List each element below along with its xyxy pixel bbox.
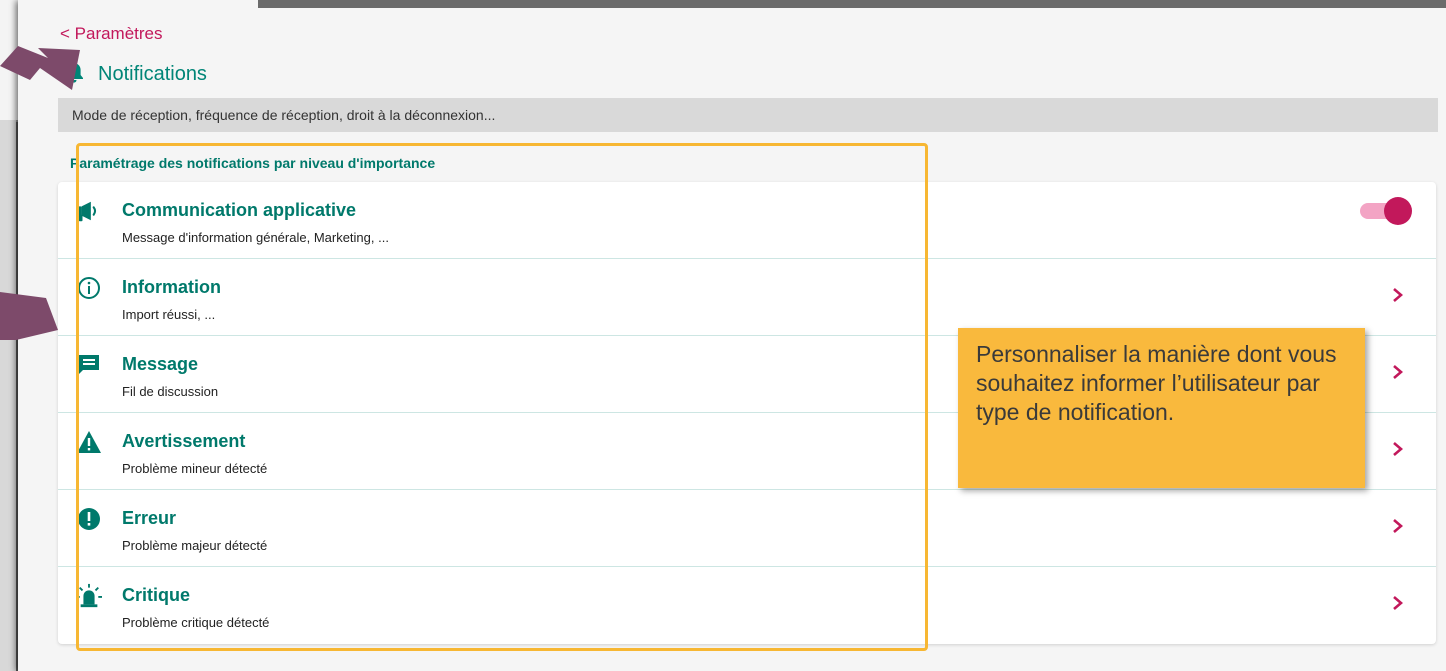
message-icon	[76, 352, 102, 378]
list-item-critical[interactable]: Critique Problème critique détecté	[58, 567, 1436, 644]
list-item-error[interactable]: Erreur Problème majeur détecté	[58, 490, 1436, 567]
warning-icon	[76, 429, 102, 455]
annotation-arrow-top	[0, 46, 80, 90]
siren-icon	[76, 583, 102, 609]
row-title: Communication applicative	[122, 200, 357, 220]
page-title: Notifications	[98, 62, 207, 85]
window-top-edge	[258, 0, 1446, 8]
section-label: Paramétrage des notifications par niveau…	[70, 155, 436, 171]
background-window-edge	[0, 120, 16, 671]
row-title: Information	[122, 277, 221, 297]
chevron-right-icon[interactable]	[1388, 360, 1408, 384]
toggle-thumb	[1384, 197, 1412, 225]
row-description: Problème critique détecté	[122, 615, 270, 630]
row-title: Message	[122, 354, 199, 374]
error-icon	[76, 506, 102, 532]
info-icon	[76, 275, 102, 301]
row-description: Fil de discussion	[122, 384, 219, 399]
megaphone-icon	[76, 198, 102, 224]
list-item-communication[interactable]: Communication applicative Message d'info…	[58, 182, 1436, 259]
communication-toggle[interactable]	[1354, 196, 1414, 225]
row-description: Problème majeur détecté	[122, 538, 268, 553]
notifications-panel: < Paramètres Notifications Mode de récep…	[18, 0, 1446, 671]
chevron-right-icon[interactable]	[1388, 283, 1408, 307]
row-description: Problème mineur détecté	[122, 461, 268, 476]
annotation-arrow-middle	[0, 292, 58, 340]
list-item-information[interactable]: Information Import réussi, ...	[58, 259, 1436, 336]
row-description: Message d'information générale, Marketin…	[122, 230, 389, 245]
subtitle-text: Mode de réception, fréquence de réceptio…	[72, 107, 496, 123]
row-title: Critique	[122, 585, 191, 605]
row-title: Avertissement	[122, 431, 246, 451]
chevron-right-icon[interactable]	[1388, 591, 1408, 615]
chevron-right-icon[interactable]	[1388, 514, 1408, 538]
row-title: Erreur	[122, 508, 177, 528]
annotation-callout: Personnaliser la manière dont vous souha…	[958, 328, 1365, 488]
chevron-right-icon[interactable]	[1388, 437, 1408, 461]
row-description: Import réussi, ...	[122, 307, 216, 322]
subtitle-bar: Mode de réception, fréquence de réceptio…	[58, 98, 1438, 132]
